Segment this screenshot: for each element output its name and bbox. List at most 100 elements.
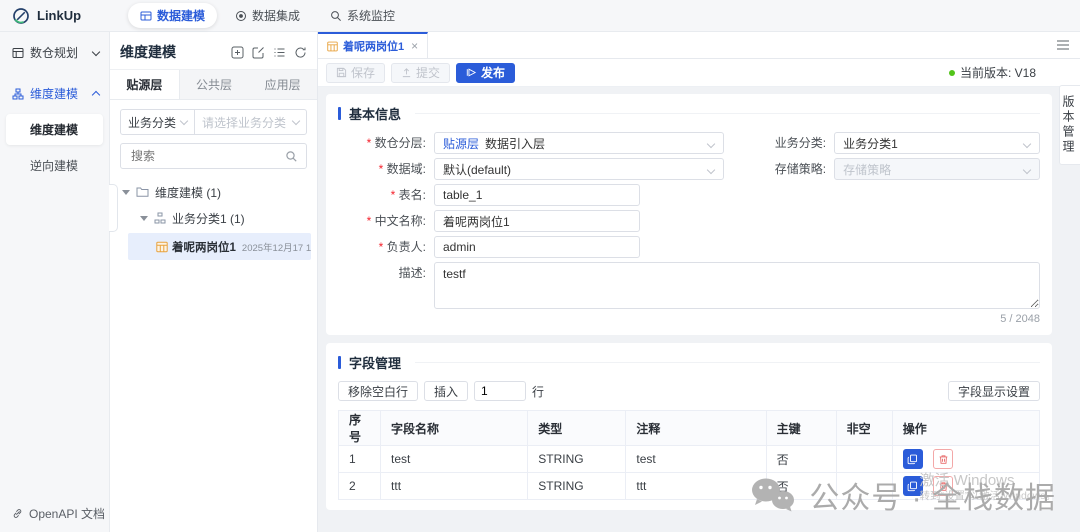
openapi-doc-label: OpenAPI 文档 — [29, 505, 105, 522]
search-input[interactable] — [129, 148, 285, 164]
save-icon — [336, 67, 347, 78]
submit-button[interactable]: 提交 — [391, 63, 450, 83]
publish-button[interactable]: 发布 — [456, 63, 515, 83]
tab-source-layer[interactable]: 贴源层 — [110, 70, 180, 99]
tree-node-root[interactable]: 维度建模 (1) — [110, 179, 317, 205]
category-value-select[interactable]: 请选择业务分类 — [195, 110, 306, 134]
table-name-input[interactable] — [434, 184, 640, 206]
sidebar-item-dimension-modeling[interactable]: 维度建模 — [6, 114, 103, 145]
description-textarea[interactable]: testf — [434, 262, 1040, 309]
save-label: 保存 — [351, 64, 375, 81]
remove-blank-rows-button[interactable]: 移除空白行 — [338, 381, 418, 401]
insert-count-input[interactable] — [474, 381, 526, 401]
save-button[interactable]: 保存 — [326, 63, 385, 83]
version-management-tab[interactable]: 版本管理 — [1059, 85, 1080, 165]
tree-leaf-selected[interactable]: 着呢两岗位1 2025年12月17 14:43:45 — [128, 233, 311, 260]
layer-label: 数仓分层: — [338, 132, 434, 154]
owner-input[interactable] — [434, 236, 640, 258]
chevron-down-icon — [180, 117, 188, 125]
integration-icon — [235, 10, 247, 22]
section-divider — [415, 113, 1040, 114]
char-counter: 5 / 2048 — [434, 313, 1040, 325]
chevron-down-icon — [707, 140, 715, 148]
openapi-doc-link[interactable]: OpenAPI 文档 — [12, 505, 105, 522]
delete-field-button[interactable] — [933, 449, 953, 469]
search-icon[interactable] — [285, 150, 298, 163]
cell-type[interactable]: STRING — [528, 446, 626, 473]
table-row: 1 test STRING test 否 — [339, 446, 1040, 473]
caret-down-icon[interactable] — [140, 216, 148, 221]
cell-primary-key[interactable]: 否 — [766, 446, 836, 473]
category-type-select[interactable]: 业务分类 — [121, 110, 195, 134]
orange-table-icon — [156, 241, 168, 253]
biz-category-select[interactable]: 业务分类1 — [834, 132, 1040, 154]
refresh-icon[interactable] — [294, 46, 307, 59]
field-display-settings-button[interactable]: 字段显示设置 — [948, 381, 1040, 401]
section-accent-bar — [338, 356, 341, 369]
tree-leaf-timestamp: 2025年12月17 14:43:45 — [242, 240, 311, 254]
sidebar-group-label: 维度建模 — [30, 85, 87, 102]
section-divider — [415, 362, 1040, 363]
document-content: 基本信息 数仓分层: 贴源层 数据引入层 业务分类: — [318, 87, 1080, 532]
document-toolbar: 保存 提交 发布 当前版本: V18 — [318, 59, 1080, 87]
chevron-down-icon — [1023, 140, 1031, 148]
tab-list-menu-icon[interactable] — [1056, 39, 1070, 51]
tree-node-label: 业务分类1 (1) — [172, 210, 245, 227]
nav-data-integration[interactable]: 数据集成 — [223, 3, 312, 28]
biz-category-label: 业务分类: — [738, 132, 834, 154]
section-accent-bar — [338, 107, 341, 120]
copy-field-button[interactable] — [903, 449, 923, 469]
brand[interactable]: LinkUp — [0, 7, 118, 25]
top-nav: 数据建模 数据集成 系统监控 — [128, 3, 407, 28]
close-icon[interactable]: × — [411, 39, 418, 53]
cell-type[interactable]: STRING — [528, 473, 626, 500]
panel-collapse-handle[interactable] — [109, 184, 118, 232]
edit-icon[interactable] — [252, 46, 265, 59]
storage-policy-label: 存储策略: — [738, 158, 834, 180]
tab-app-layer[interactable]: 应用层 — [248, 70, 317, 99]
cell-comment[interactable]: ttt — [626, 473, 766, 500]
current-version: 当前版本: V18 — [949, 64, 1036, 81]
table-icon — [140, 10, 152, 22]
layer-value: 数据引入层 — [485, 135, 545, 152]
description-label: 描述: — [338, 262, 434, 284]
cell-field-name[interactable]: ttt — [381, 473, 528, 500]
layer-select[interactable]: 贴源层 数据引入层 — [434, 132, 724, 154]
caret-down-icon[interactable] — [122, 190, 130, 195]
category-type-label: 业务分类 — [128, 114, 176, 131]
list-icon[interactable] — [273, 46, 286, 59]
cell-not-null[interactable] — [836, 446, 892, 473]
nav-label: 数据建模 — [157, 7, 205, 24]
document-tab[interactable]: 着呢两岗位1 × — [318, 32, 428, 58]
warehouse-icon — [12, 47, 24, 59]
chinese-name-input[interactable] — [434, 210, 640, 232]
storage-policy-select[interactable]: 存储策略 — [834, 158, 1040, 180]
data-domain-value: 默认(default) — [443, 161, 511, 178]
sidebar-item-reverse-modeling[interactable]: 逆向建模 — [0, 149, 109, 182]
nav-data-modeling[interactable]: 数据建模 — [128, 3, 217, 28]
nav-system-monitor[interactable]: 系统监控 — [318, 3, 407, 28]
basic-info-title: 基本信息 — [349, 104, 401, 123]
nav-label: 系统监控 — [347, 7, 395, 24]
status-dot-icon — [949, 70, 955, 76]
watermark-text: 公众号 · 全栈数据 — [809, 473, 1056, 517]
tab-common-layer[interactable]: 公共层 — [180, 70, 249, 99]
insert-button[interactable]: 插入 — [424, 381, 468, 401]
dimension-icon — [12, 88, 24, 100]
cell-field-name[interactable]: test — [381, 446, 528, 473]
category-placeholder: 请选择业务分类 — [202, 114, 286, 131]
document-tab-title: 着呢两岗位1 — [343, 38, 404, 54]
sidebar-group-label: 数仓规划 — [30, 44, 87, 61]
sidebar-group-warehouse-planning[interactable]: 数仓规划 — [0, 32, 109, 73]
basic-info-card: 基本信息 数仓分层: 贴源层 数据引入层 业务分类: — [326, 94, 1052, 335]
data-domain-select[interactable]: 默认(default) — [434, 158, 724, 180]
sidebar-group-dimension-modeling[interactable]: 维度建模 — [0, 73, 109, 114]
col-header-no: 序号 — [339, 411, 381, 446]
add-icon[interactable] — [231, 46, 244, 59]
cell-comment[interactable]: test — [626, 446, 766, 473]
version-text: 当前版本: V18 — [960, 64, 1036, 81]
row-unit-label: 行 — [532, 383, 544, 400]
col-header-not-null: 非空 — [836, 411, 892, 446]
tree-node-category[interactable]: 业务分类1 (1) — [110, 205, 317, 231]
storage-policy-placeholder: 存储策略 — [843, 161, 891, 178]
